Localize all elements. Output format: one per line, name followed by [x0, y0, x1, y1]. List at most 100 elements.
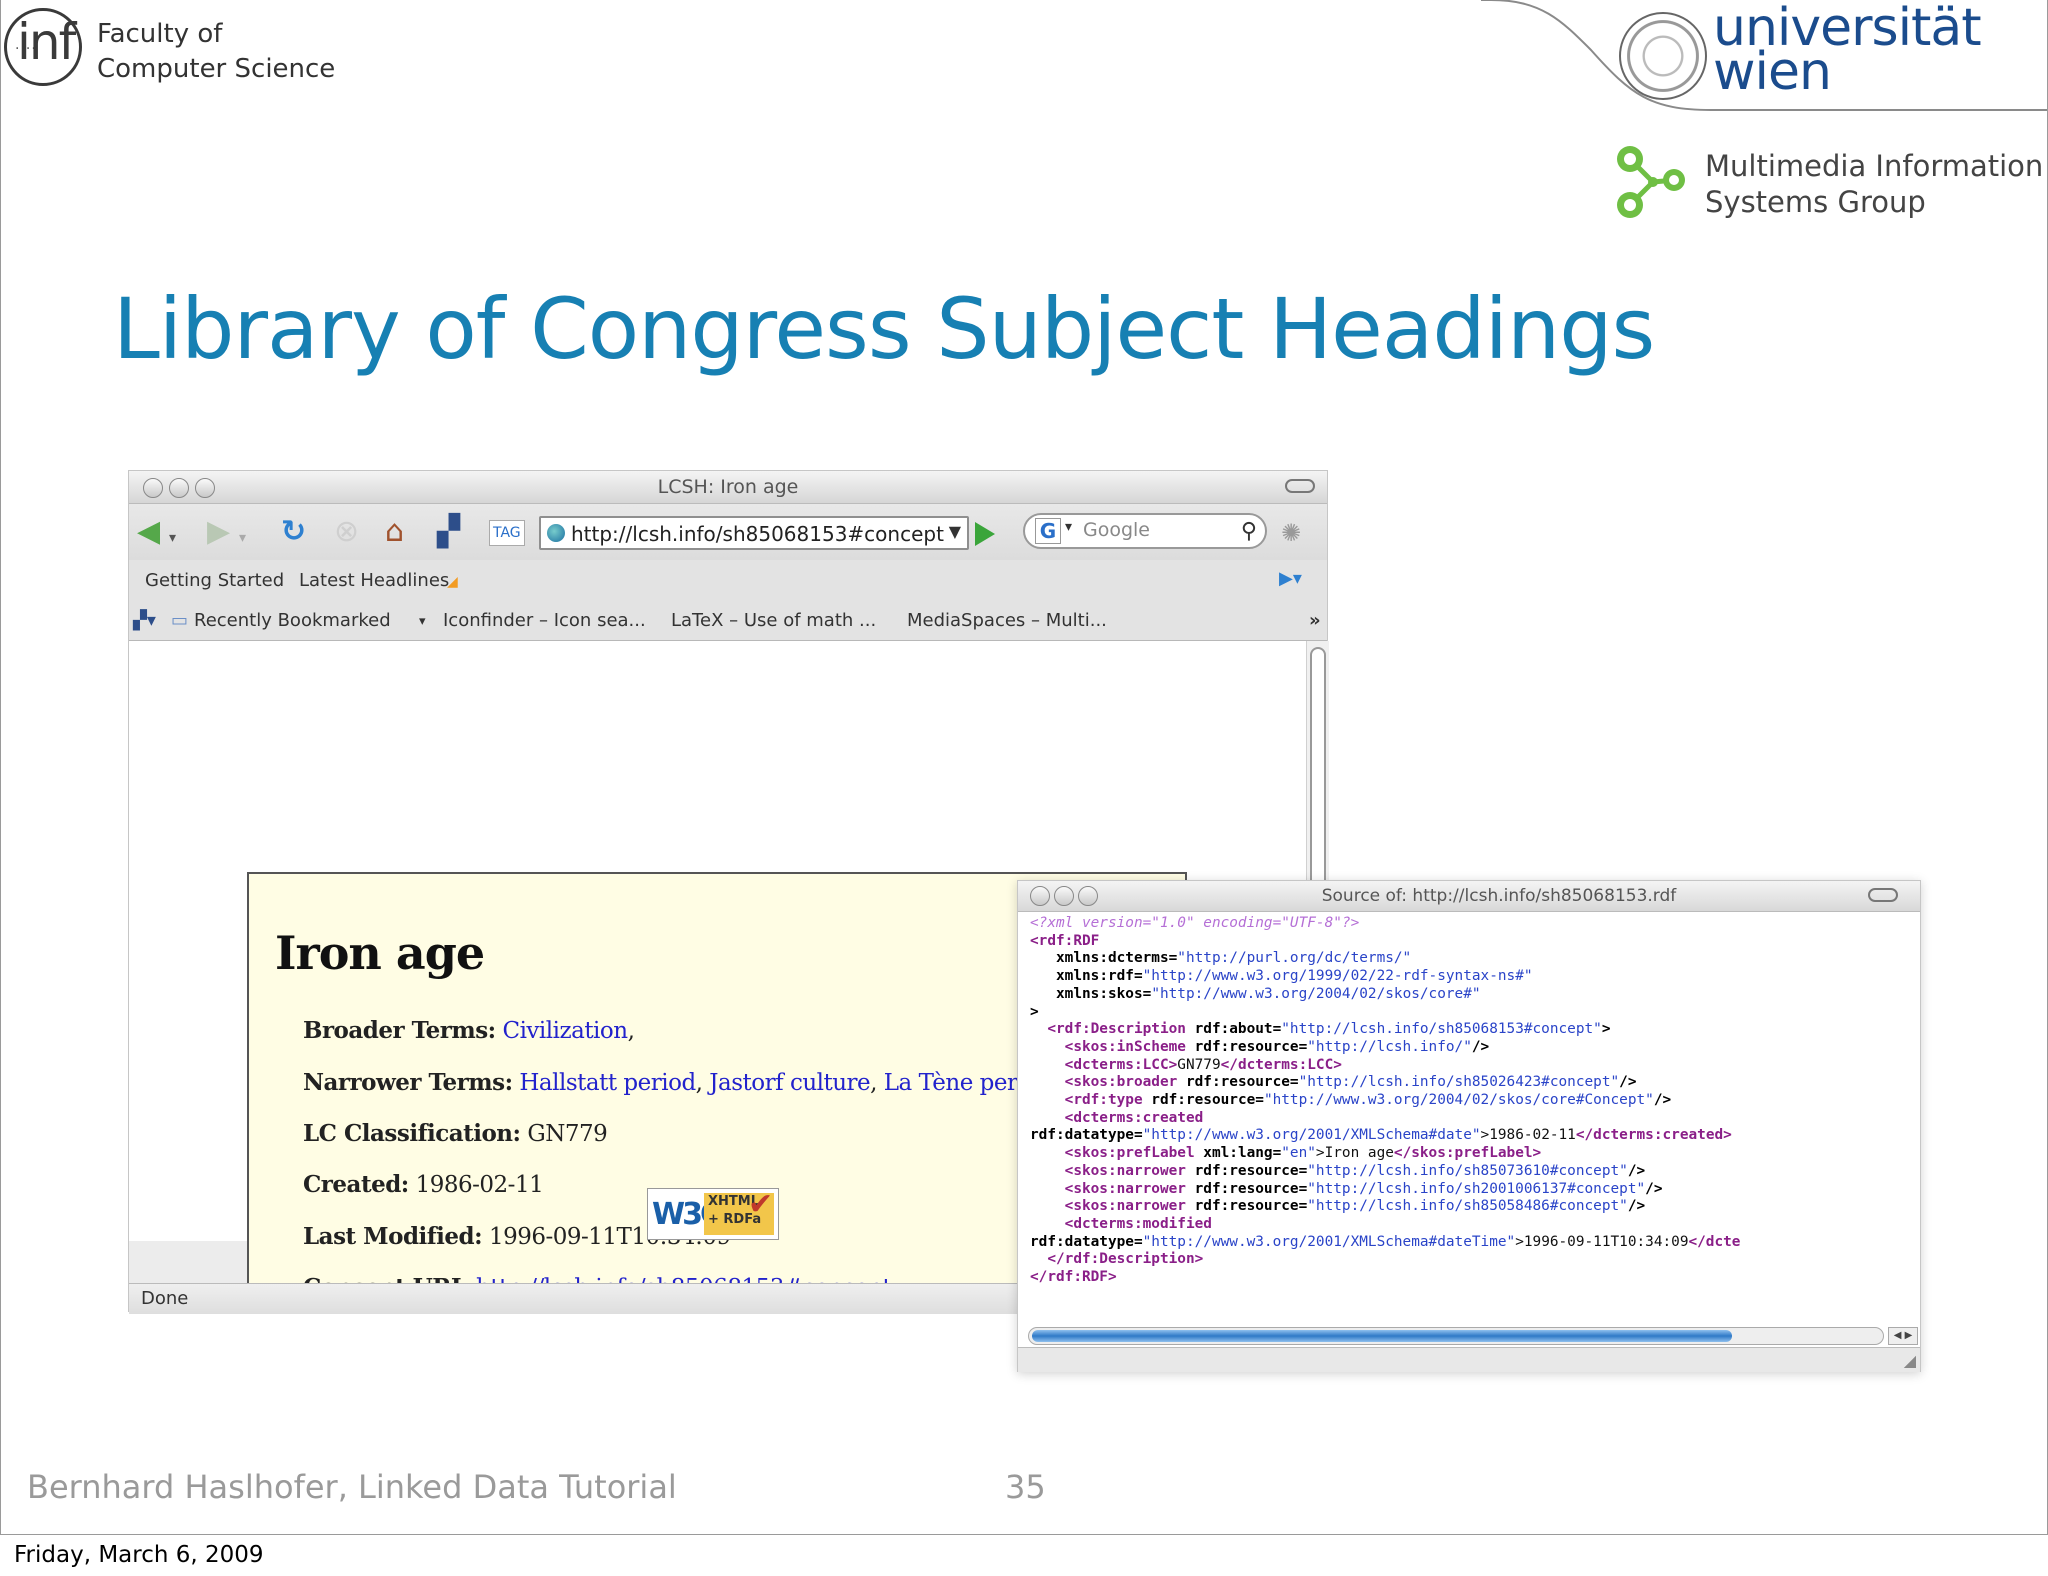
- browser-window-title: LCSH: Iron age: [657, 476, 799, 498]
- resize-grip-icon[interactable]: ◢: [1904, 1351, 1916, 1370]
- group-line2: Systems Group: [1705, 185, 1926, 219]
- recently-bookmarked-chevron-icon[interactable]: ▾: [419, 614, 426, 629]
- xml-tag: </dcterms:LCC>: [1220, 1056, 1342, 1073]
- xml-tag: <skos:narrower: [1064, 1198, 1186, 1215]
- xml-text: />: [1645, 1180, 1663, 1197]
- toolbar-toggle-button[interactable]: [1868, 888, 1898, 902]
- source-titlebar[interactable]: Source of: http://lcsh.info/sh85068153.r…: [1018, 881, 1920, 912]
- xml-tag: <skos:narrower: [1064, 1180, 1186, 1197]
- footer-author: Bernhard Haslhofer, Linked Data Tutorial: [27, 1468, 677, 1506]
- go-arrow-icon[interactable]: [975, 522, 995, 546]
- checkmark-icon: ✔: [748, 1187, 774, 1222]
- search-placeholder: Google: [1083, 519, 1151, 541]
- bookmark-iconfinder[interactable]: Iconfinder – Icon sea...: [443, 610, 646, 631]
- scrollbar-thumb[interactable]: [1310, 647, 1326, 897]
- xml-value: "http://lcsh.info/sh85058486#concept": [1307, 1198, 1628, 1215]
- url-dropdown-icon[interactable]: ▼: [949, 522, 961, 541]
- back-arrow-icon[interactable]: ◀: [137, 516, 160, 548]
- comma: ,: [870, 1070, 884, 1096]
- xml-tag: </rdf:RDF>: [1030, 1269, 1117, 1286]
- rss-icon: ◢: [447, 574, 458, 590]
- last-modified-label: Last Modified:: [303, 1223, 483, 1250]
- spinner-icon: ✺: [1281, 519, 1302, 547]
- created-label: Created:: [303, 1171, 409, 1198]
- bookmark-latest-headlines[interactable]: Latest Headlines: [299, 570, 449, 591]
- xml-tag: <skos:broader: [1064, 1074, 1178, 1091]
- xml-attribute: xmlns:skos=: [1056, 985, 1152, 1002]
- xml-attribute: rdf:resource=: [1142, 1092, 1264, 1109]
- xml-tag: <skos:prefLabel: [1064, 1145, 1195, 1162]
- status-text: Done: [141, 1288, 189, 1309]
- forward-history-chevron-icon[interactable]: ▾: [239, 522, 246, 554]
- back-history-chevron-icon[interactable]: ▾: [169, 522, 176, 554]
- horizontal-scrollbar[interactable]: [1028, 1327, 1884, 1345]
- xml-attribute: xmlns:dcterms=: [1056, 950, 1178, 967]
- xml-value: "http://www.w3.org/1999/02/22-rdf-syntax…: [1142, 968, 1533, 985]
- bookmark-latex[interactable]: LaTeX – Use of math ...: [671, 610, 876, 631]
- xml-text: />: [1627, 1198, 1646, 1215]
- lc-classification-row: LC Classification: GN779: [303, 1120, 608, 1147]
- xml-value: "http://lcsh.info/sh85068153#concept": [1281, 1021, 1602, 1038]
- bookmarks-bar: ▞▾ ▭ Recently Bookmarked ▾ Iconfinder – …: [129, 600, 1327, 641]
- rdf-source-code: <?xml version="1.0" encoding="UTF-8"?> <…: [1030, 915, 1740, 1287]
- stop-icon[interactable]: ⊗: [334, 516, 359, 548]
- bookmark-icon[interactable]: ▞: [437, 516, 460, 548]
- search-engine-dropdown-icon[interactable]: ▾: [1065, 519, 1072, 535]
- search-engine-icon[interactable]: G: [1035, 518, 1061, 544]
- xml-text: />: [1471, 1038, 1490, 1055]
- home-icon[interactable]: ⌂: [385, 516, 404, 548]
- xml-tag: </dcterms:created>: [1575, 1127, 1732, 1144]
- bookmarks-overflow-icon[interactable]: »: [1309, 610, 1321, 631]
- folder-icon: ▭: [171, 610, 189, 631]
- xml-tag: <rdf:Description: [1047, 1021, 1186, 1038]
- xml-attribute: rdf:resource=: [1185, 1180, 1308, 1197]
- broader-terms-row: Broader Terms: Civilization,: [303, 1017, 635, 1044]
- media-icon[interactable]: ▶▾: [1279, 568, 1302, 589]
- bookmarks-menu-icon[interactable]: ▞▾: [133, 610, 156, 631]
- xml-value: "http://lcsh.info/": [1307, 1038, 1472, 1055]
- forward-arrow-icon[interactable]: ▶: [207, 516, 230, 548]
- university-name: universität wien: [1713, 2, 1982, 98]
- search-input[interactable]: G ▾ Google ⚲: [1023, 513, 1267, 549]
- page-number: 35: [1005, 1468, 1046, 1506]
- inf-logo-text: inf: [17, 13, 76, 71]
- toolbar-toggle-button[interactable]: [1285, 479, 1315, 493]
- search-icon[interactable]: ⚲: [1241, 519, 1257, 544]
- narrower-term-link[interactable]: Hallstatt period: [519, 1070, 696, 1096]
- bookmarks-toolbar: Getting Started Latest Headlines ◢ ▶▾: [129, 560, 1327, 600]
- bookmark-recently-bookmarked[interactable]: Recently Bookmarked: [194, 610, 391, 631]
- xml-value: "http://www.w3.org/2004/02/skos/core#": [1151, 985, 1481, 1002]
- scrollbar-thumb[interactable]: [1032, 1330, 1732, 1342]
- scroll-arrows-icon[interactable]: ◀ ▶: [1888, 1327, 1918, 1345]
- faculty-name: Faculty of Computer Science: [97, 17, 335, 87]
- bookmark-mediaspaces[interactable]: MediaSpaces – Multi...: [907, 610, 1107, 631]
- bookmark-getting-started[interactable]: Getting Started: [145, 570, 284, 591]
- xml-attribute: rdf:resource=: [1185, 1038, 1308, 1055]
- broader-terms-label: Broader Terms:: [303, 1017, 496, 1044]
- xml-text: GN779: [1177, 1056, 1221, 1073]
- w3c-rdfa-badge[interactable]: W3C XHTML + RDFa ✔: [647, 1187, 779, 1240]
- xml-value: "http://www.w3.org/2004/02/skos/core#Con…: [1263, 1092, 1654, 1109]
- xml-text: >1986-02-11: [1480, 1127, 1576, 1144]
- created-value: 1986-02-11: [415, 1172, 544, 1198]
- xml-attribute: rdf:about=: [1185, 1021, 1282, 1038]
- comma: ,: [627, 1018, 635, 1044]
- xml-value: "http://lcsh.info/sh85026423#concept": [1298, 1074, 1620, 1091]
- tag-icon[interactable]: TAG: [489, 520, 525, 546]
- slide: .... inf Faculty of Computer Science uni…: [0, 0, 2048, 1535]
- xml-tag: <dcterms:modified: [1064, 1215, 1212, 1232]
- narrower-term-link[interactable]: Jastorf culture: [709, 1070, 870, 1096]
- xml-value: "en": [1281, 1145, 1316, 1162]
- xml-value: "http://lcsh.info/sh85073610#concept": [1307, 1162, 1628, 1179]
- xml-attribute: rdf:resource=: [1185, 1162, 1308, 1179]
- xml-text: >: [1601, 1021, 1611, 1038]
- xml-tag: </skos:prefLabel>: [1393, 1145, 1542, 1162]
- browser-titlebar[interactable]: LCSH: Iron age: [129, 471, 1327, 504]
- xml-text: />: [1619, 1074, 1637, 1091]
- reload-icon[interactable]: ↻: [281, 516, 306, 548]
- narrower-terms-label: Narrower Terms:: [303, 1069, 513, 1096]
- university-seal-icon: [1619, 12, 1707, 100]
- broader-term-link[interactable]: Civilization: [502, 1018, 628, 1044]
- url-input[interactable]: http://lcsh.info/sh85068153#concept ▼: [539, 516, 969, 550]
- source-bottom-bar: [1018, 1347, 1920, 1372]
